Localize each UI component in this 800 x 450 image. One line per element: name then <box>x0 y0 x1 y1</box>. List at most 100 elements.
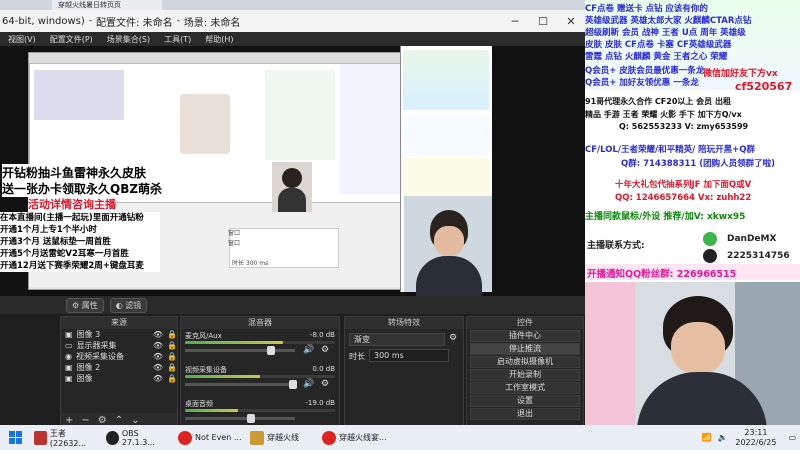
move-up-icon[interactable]: ⌃ <box>115 415 123 426</box>
gear-icon[interactable]: ⚙ <box>321 379 329 389</box>
right-promo-line: 皮肤 皮肤 CF点卷 卡塞 CF英雄级武器 <box>585 40 732 50</box>
taskbar-item[interactable]: OBS 27.1.3... <box>102 427 174 448</box>
lock-icon[interactable]: 🔒 <box>167 363 177 372</box>
source-item[interactable]: ▭ 显示器采集 👁 🔒 <box>61 340 177 351</box>
controls-dock: 控件 插件中心 停止推流 启动虚拟摄像机 开始录制 工作室模式 设置 退出 <box>466 316 584 428</box>
nested-field: 时长 300 ms <box>232 260 269 267</box>
stream-overlay-panel: CF点卷 赠送卡 点钻 应该有你的 英雄级武器 英雄太郎大家 火麒麟CTAR点钻… <box>585 0 800 425</box>
menu-profile[interactable]: 配置文件(P) <box>50 34 93 45</box>
right-promo-line: Q会员+ 加好友领优惠 一条龙 <box>585 78 699 88</box>
promo-line: 在本直播间(主播一起玩)里面开通钻粉 <box>0 213 144 223</box>
duration-label: 时长 <box>349 352 365 361</box>
preview-canvas[interactable]: 开钻粉抽斗鱼雷神永久皮肤 送一张办卡领取永久QBZ萌杀 活动详情咨询主播 在本直… <box>0 46 585 296</box>
eye-icon[interactable]: 👁 <box>153 374 163 383</box>
image-icon: ▣ <box>65 363 73 372</box>
menu-view[interactable]: 视图(V) <box>8 34 36 45</box>
filters-button[interactable]: ◐ 滤镜 <box>109 297 148 313</box>
promo-line: 开通3个月 送鼠标垫一周首胜 <box>0 237 111 247</box>
minimize-button[interactable]: ─ <box>501 10 529 32</box>
wechat-icon <box>703 232 717 246</box>
wechat-tag: 微信加好友下方vx <box>703 69 778 79</box>
promo-line: 开通5个月送雷蛇V2耳寒一月首胜 <box>0 249 129 259</box>
gear-icon[interactable]: ⚙ <box>321 345 329 355</box>
plugin-center-button[interactable]: 插件中心 <box>470 330 580 342</box>
stop-streaming-button[interactable]: 停止推流 <box>470 343 580 355</box>
volume-slider[interactable] <box>247 414 255 423</box>
source-item[interactable]: ▣ 图像 2 👁 🔒 <box>61 362 177 373</box>
qq-id: 2225314756 <box>727 251 790 261</box>
remove-source-icon[interactable]: − <box>81 415 89 426</box>
source-item[interactable]: ▣ 图像 👁 🔒 <box>61 373 177 384</box>
lucky-bag-ids: QQ: 1246657664 Vx: zuhh22 <box>615 193 752 203</box>
start-button[interactable] <box>0 427 30 448</box>
mixer-dock: 混音器 麦克风/Aux -8.0 dB 🔊 ⚙ 视频采集设备 0.0 dB 🔊 … <box>180 316 340 428</box>
app-icon <box>34 430 47 445</box>
source-item[interactable]: ▣ 图像 3 👁 🔒 <box>61 329 177 340</box>
menu-help[interactable]: 帮助(H) <box>205 34 233 45</box>
clock[interactable]: 23:11 2022/6/25 <box>731 427 784 448</box>
lock-icon[interactable]: 🔒 <box>167 330 177 339</box>
speaker-icon[interactable]: 🔊 <box>303 379 314 389</box>
gear-icon[interactable]: ⚙ <box>449 333 457 343</box>
notification-icon[interactable]: ▭ <box>784 427 800 448</box>
profile-label: 配置文件: 未命名 <box>96 17 173 29</box>
exit-button[interactable]: 退出 <box>470 408 580 420</box>
maximize-button[interactable]: ☐ <box>529 10 557 32</box>
transition-type: 渐变 <box>354 335 370 344</box>
taskbar-item[interactable]: 穿越火线 <box>246 427 318 448</box>
taskbar-item[interactable]: 穿越火线宴... <box>318 427 398 448</box>
source-settings-icon[interactable]: ⚙ <box>98 415 107 426</box>
speaker-icon[interactable]: 🔊 <box>303 345 314 355</box>
channel-name: 视频采集设备 <box>185 366 227 374</box>
close-button[interactable]: ✕ <box>557 10 585 32</box>
group-line: CF/LOL/王者荣耀/和平精英/ 陪玩开黑+Q群 <box>585 145 756 155</box>
eye-icon[interactable]: 👁 <box>153 330 163 339</box>
nested-field: 窗口 <box>228 230 241 237</box>
channel-meter <box>185 341 283 344</box>
agent-line: 91哥代理永久合作 CF20以上 会员 出租 <box>585 97 731 106</box>
browser-tab[interactable]: 穿越火线暑日转页页 <box>52 0 162 10</box>
streamer-webcam <box>585 282 800 425</box>
menu-tools[interactable]: 工具(T) <box>164 34 191 45</box>
peripherals-line: 主播同款鼠标/外设 推荐/加V: xkwx95 <box>585 212 746 222</box>
image-icon: ▣ <box>65 330 73 339</box>
camera-icon: ◉ <box>65 352 72 361</box>
wechat-code: cf520567 <box>735 80 793 93</box>
channel-name: 麦克风/Aux <box>185 332 222 340</box>
filter-icon: ◐ <box>115 300 123 310</box>
mixer-channel: 桌面音频 -19.0 dB <box>185 399 335 427</box>
overlay-line-2: 送一张办卡领取永久QBZ萌杀 <box>2 180 163 197</box>
taskbar-item[interactable]: Not Even ... <box>174 427 246 448</box>
studio-mode-button[interactable]: 工作室模式 <box>470 382 580 394</box>
eye-icon[interactable]: 👁 <box>153 341 163 350</box>
settings-button[interactable]: 设置 <box>470 395 580 407</box>
network-icon[interactable]: 📶 <box>701 433 711 442</box>
move-down-icon[interactable]: ⌄ <box>131 415 139 426</box>
lock-icon[interactable]: 🔒 <box>167 374 177 383</box>
duration-value: 300 ms <box>374 351 404 360</box>
taskbar: 王者(22632... OBS 27.1.3... Not Even ... 穿… <box>0 425 800 450</box>
eye-icon[interactable]: 👁 <box>153 363 163 372</box>
add-source-icon[interactable]: + <box>65 415 73 426</box>
transitions-dock: 转场特效 渐变 ⚙ 时长 300 ms <box>344 316 464 428</box>
sources-header: 来源 <box>61 317 177 329</box>
duration-input[interactable]: 300 ms <box>369 349 449 362</box>
properties-button[interactable]: ⚙ 属性 <box>66 297 104 313</box>
volume-slider[interactable] <box>289 380 297 389</box>
menu-scene-collection[interactable]: 场景集合(S) <box>107 34 150 45</box>
overlay-line-1: 开钻粉抽斗鱼雷神永久皮肤 <box>2 164 147 181</box>
start-virtual-camera-button[interactable]: 启动虚拟摄像机 <box>470 356 580 368</box>
filters-label: 滤镜 <box>125 300 142 310</box>
image-icon: ▣ <box>65 374 73 383</box>
eye-icon[interactable]: 👁 <box>153 352 163 361</box>
start-recording-button[interactable]: 开始录制 <box>470 369 580 381</box>
music-app-icon <box>178 430 192 445</box>
lock-icon[interactable]: 🔒 <box>167 352 177 361</box>
volume-icon[interactable]: 🔈 <box>717 433 727 442</box>
volume-slider[interactable] <box>267 346 275 355</box>
window-title: 64-bit, windows) <box>2 15 85 27</box>
taskbar-item[interactable]: 王者(22632... <box>30 427 102 448</box>
source-item[interactable]: ◉ 视频采集设备 👁 🔒 <box>61 351 177 362</box>
transition-select[interactable]: 渐变 <box>349 333 445 346</box>
lock-icon[interactable]: 🔒 <box>167 341 177 350</box>
